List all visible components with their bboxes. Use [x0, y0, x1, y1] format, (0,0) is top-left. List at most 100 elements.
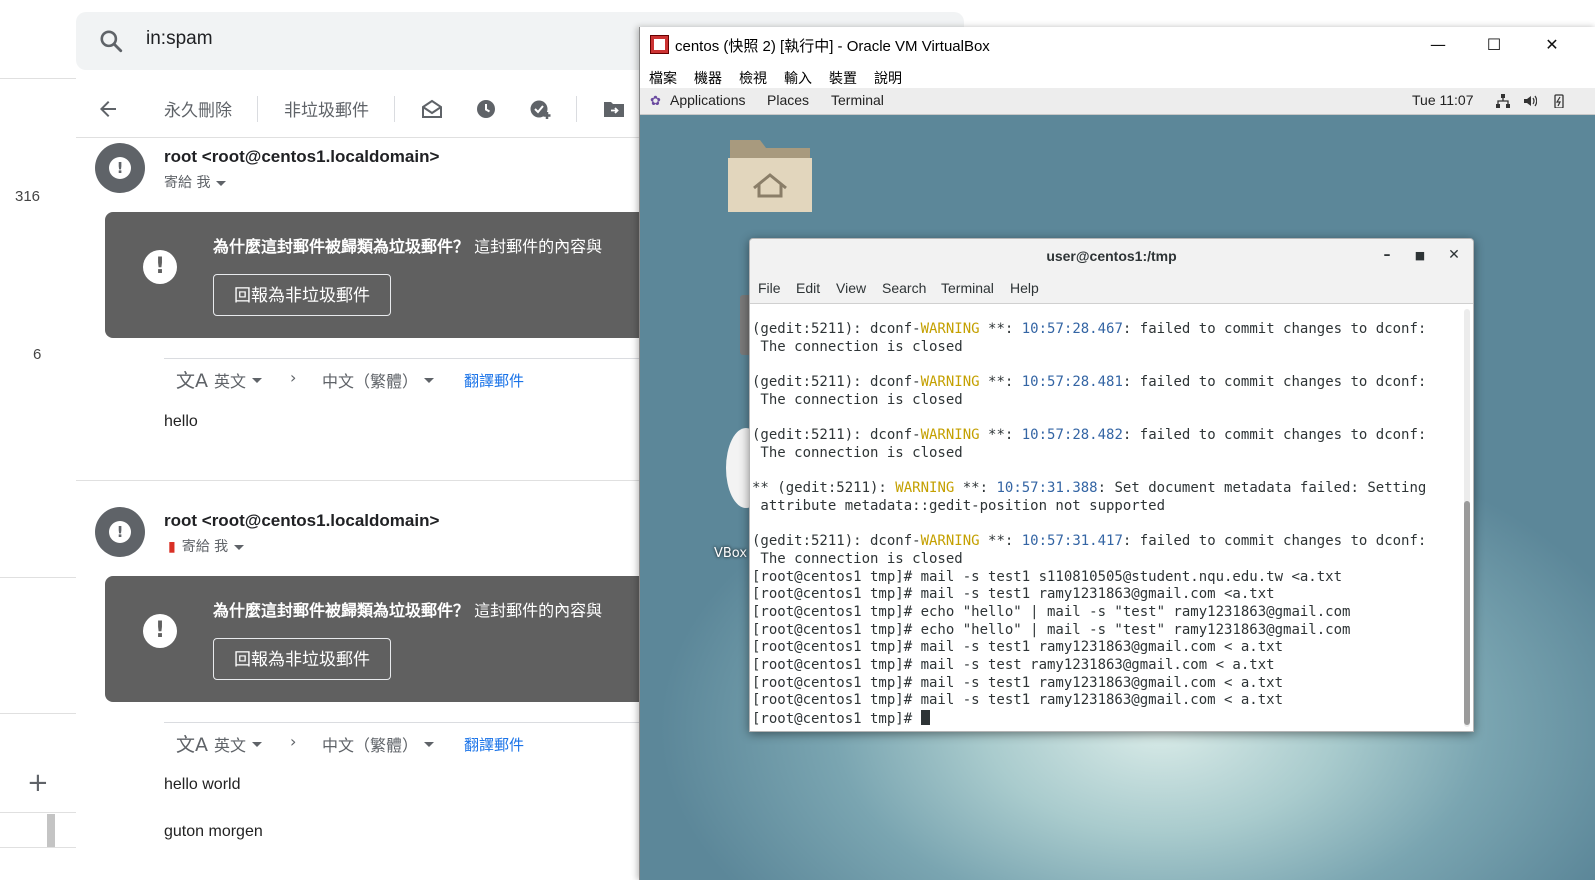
terminal-maximize-button[interactable]: ■: [1411, 249, 1429, 262]
translate-link[interactable]: 翻譯郵件: [464, 370, 524, 391]
terminal-window[interactable]: user@centos1:/tmp – ■ ✕ File Edit View S…: [749, 238, 1474, 732]
report-not-spam-button[interactable]: 回報為非垃圾郵件: [213, 274, 391, 316]
banner-title: 為什麼這封郵件被歸類為垃圾郵件？ 這封郵件的內容與: [213, 233, 602, 257]
sender-name[interactable]: root <root@centos1.localdomain>: [164, 511, 439, 531]
places-menu[interactable]: Places: [767, 92, 809, 108]
chevron-right-icon: ›: [290, 368, 297, 387]
add-label-button[interactable]: +: [27, 768, 49, 798]
timestamp: 10:57:28.482: [1021, 427, 1123, 444]
translate-icon: 文A: [176, 734, 208, 756]
terminal-menu-view[interactable]: View: [836, 280, 866, 296]
terminal-menu-help[interactable]: Help: [1010, 280, 1039, 296]
menu-devices[interactable]: 裝置: [829, 68, 857, 88]
menu-file[interactable]: 檔案: [649, 68, 677, 88]
terminal-menu-file[interactable]: File: [758, 280, 781, 296]
add-task-icon[interactable]: [528, 97, 552, 121]
home-folder-icon[interactable]: [728, 136, 812, 214]
terminal-titlebar[interactable]: user@centos1:/tmp – ■ ✕: [750, 239, 1473, 276]
banner-text: 這封郵件的內容與: [474, 601, 603, 620]
search-input[interactable]: in:spam: [146, 28, 213, 50]
menu-input[interactable]: 輸入: [784, 68, 812, 88]
message-divider: [76, 480, 639, 481]
exclamation-icon: !: [109, 157, 131, 179]
terminal-text: ** (gedit:5211):: [752, 480, 896, 497]
network-icon[interactable]: [1496, 94, 1510, 108]
applications-menu[interactable]: Applications: [670, 92, 746, 108]
divider: [0, 577, 76, 578]
exclamation-icon: !: [109, 521, 131, 543]
terminal-line: (gedit:5211): dconf-WARNING **: 10:57:28…: [752, 427, 1462, 445]
recipient-details[interactable]: ▮ 寄給 我: [168, 536, 245, 556]
target-language-label: 中文（繁體）: [322, 736, 419, 755]
menu-machine[interactable]: 機器: [694, 68, 722, 88]
terminal-minimize-button[interactable]: –: [1378, 247, 1396, 263]
terminal-line: [root@centos1 tmp]# mail -s test1 ramy12…: [752, 675, 1462, 693]
recipient-label: 寄給 我: [181, 539, 229, 555]
sender-name[interactable]: root <root@centos1.localdomain>: [164, 147, 439, 167]
minimize-button[interactable]: —: [1424, 32, 1452, 58]
warning-tag: WARNING: [895, 480, 955, 497]
terminal-text: The connection is closed: [752, 391, 963, 408]
divider: [164, 722, 644, 723]
terminal-menu-terminal[interactable]: Terminal: [941, 280, 994, 296]
terminal-menu-edit[interactable]: Edit: [796, 280, 820, 296]
recipient-details[interactable]: 寄給 我: [164, 172, 227, 192]
folder-count: 316: [15, 188, 41, 205]
move-to-icon[interactable]: [602, 97, 626, 121]
clock[interactable]: Tue 11:07: [1412, 92, 1474, 108]
menu-view[interactable]: 檢視: [739, 68, 767, 88]
terminal-text: [root@centos1 tmp]# mail -s test ramy123…: [752, 657, 1275, 674]
avatar[interactable]: !: [95, 507, 145, 557]
spam-warning-banner: ! 為什麼這封郵件被歸類為垃圾郵件？ 這封郵件的內容與 回報為非垃圾郵件: [105, 576, 665, 702]
not-spam-button[interactable]: 非垃圾郵件: [284, 96, 369, 121]
source-language-label: 英文: [214, 736, 247, 755]
applications-icon: ✿: [650, 93, 661, 108]
terminal-text: The connection is closed: [752, 444, 963, 461]
warning-tag: WARNING: [920, 321, 980, 337]
terminal-text: attribute metadata::gedit-position not s…: [752, 497, 1166, 514]
terminal-close-button[interactable]: ✕: [1445, 247, 1463, 263]
terminal-text: **:: [979, 321, 1022, 337]
maximize-button[interactable]: ☐: [1480, 32, 1508, 58]
battery-icon[interactable]: [1552, 94, 1566, 108]
terminal-scrollbar-thumb[interactable]: [1464, 501, 1470, 725]
terminal-menu[interactable]: Terminal: [831, 92, 884, 108]
terminal-line: (gedit:5211): dconf-WARNING **: 10:57:28…: [752, 321, 1462, 339]
terminal-text: : failed to commit changes to dconf:: [1122, 427, 1427, 444]
chevron-down-icon: [234, 544, 245, 550]
terminal-prompt-line[interactable]: [root@centos1 tmp]#: [752, 710, 1462, 728]
sidebar-scrollbar[interactable]: [47, 814, 55, 847]
source-language-select[interactable]: 英文: [214, 368, 263, 392]
message-body: hello: [164, 413, 198, 430]
snooze-icon[interactable]: [474, 97, 498, 121]
terminal-text: **:: [979, 427, 1022, 444]
translate-link[interactable]: 翻譯郵件: [464, 734, 524, 755]
terminal-line: [root@centos1 tmp]# echo "hello" | mail …: [752, 622, 1462, 640]
menu-help[interactable]: 說明: [874, 68, 902, 88]
important-marker-icon: ▮: [168, 539, 176, 555]
volume-icon[interactable]: [1523, 94, 1537, 108]
virtualbox-window: centos (快照 2) [執行中] - Oracle VM VirtualB…: [639, 27, 1595, 880]
terminal-line: attribute metadata::gedit-position not s…: [752, 498, 1462, 516]
source-language-select[interactable]: 英文: [214, 732, 263, 756]
mark-unread-icon[interactable]: [420, 97, 444, 121]
terminal-line: [root@centos1 tmp]# mail -s test1 s11081…: [752, 569, 1462, 587]
close-button[interactable]: ✕: [1538, 32, 1566, 58]
search-icon[interactable]: [98, 28, 124, 54]
recipient-label: 寄給 我: [164, 175, 211, 191]
terminal-text: [root@centos1 tmp]# mail -s test1 ramy12…: [752, 639, 1284, 656]
report-not-spam-button[interactable]: 回報為非垃圾郵件: [213, 638, 391, 680]
terminal-line: The connection is closed: [752, 339, 1462, 357]
guest-desktop[interactable]: ✿ Applications Places Terminal Tue 11:07…: [640, 88, 1595, 880]
terminal-menu-search[interactable]: Search: [882, 280, 926, 296]
avatar[interactable]: !: [95, 143, 145, 193]
terminal-output[interactable]: (gedit:5211): dconf-WARNING **: 10:57:28…: [752, 321, 1462, 728]
delete-forever-button[interactable]: 永久刪除: [164, 96, 232, 121]
back-arrow-icon[interactable]: [96, 97, 120, 121]
target-language-select[interactable]: 中文（繁體）: [322, 732, 435, 756]
terminal-text: [root@centos1 tmp]# echo "hello" | mail …: [752, 604, 1351, 620]
terminal-text: [root@centos1 tmp]# mail -s test1 ramy12…: [752, 692, 1284, 709]
target-language-select[interactable]: 中文（繁體）: [322, 368, 435, 392]
terminal-text: [root@centos1 tmp]# mail -s test1 s11081…: [752, 568, 1343, 585]
terminal-text: [root@centos1 tmp]# mail -s test1 ramy12…: [752, 674, 1284, 691]
